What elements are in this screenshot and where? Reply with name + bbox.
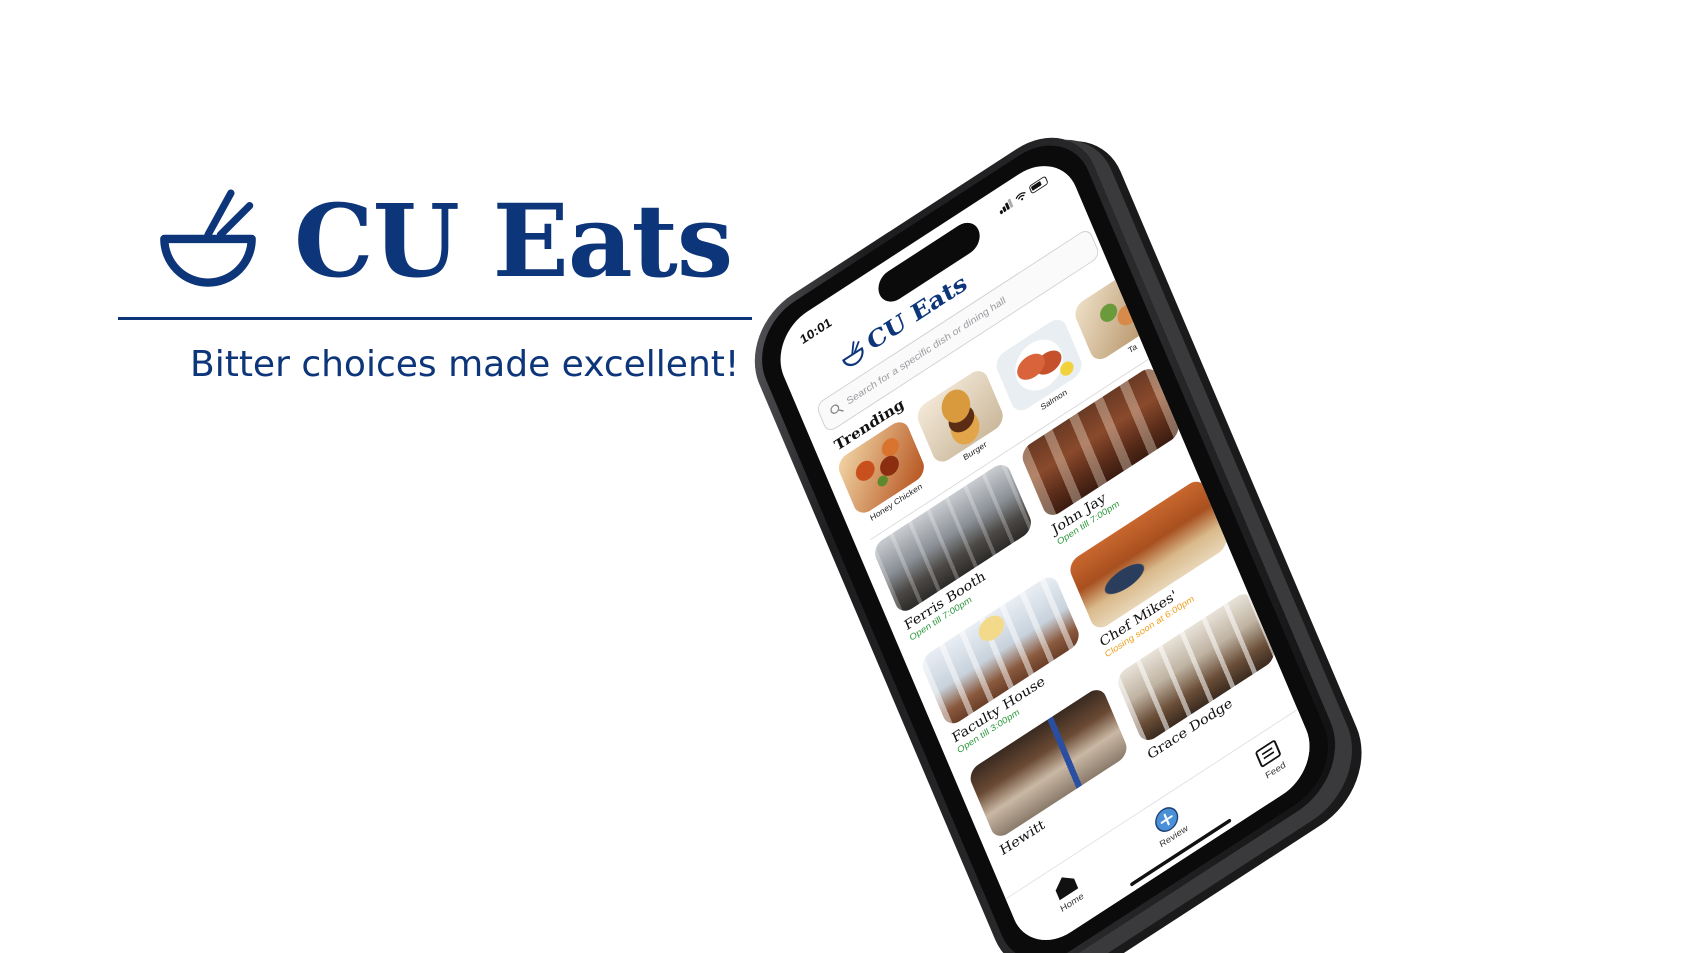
search-icon: [830, 404, 844, 414]
phone-body: 10:01 CU Eats Search for a specific dish…: [736, 112, 1354, 953]
tab-feed[interactable]: Feed: [1234, 723, 1307, 794]
phone-mockup: 10:01 CU Eats Search for a specific dish…: [590, 112, 1520, 953]
food-photo: [913, 365, 1007, 467]
phone-bezel: 10:01 CU Eats Search for a specific dish…: [746, 123, 1344, 953]
tab-home[interactable]: Home: [1031, 855, 1104, 926]
cellular-signal-icon: [997, 198, 1014, 215]
promo-stage: CU Eats Bitter choices made excellent! 1…: [0, 0, 1694, 953]
wifi-icon: [1015, 192, 1026, 201]
food-photo: [1071, 263, 1165, 365]
status-time: 10:01: [797, 314, 834, 347]
phone-screen: 10:01 CU Eats Search for a specific dish…: [767, 147, 1323, 953]
trending-item-partial[interactable]: Ta: [1071, 263, 1175, 388]
bowl-chopsticks-icon: [842, 341, 864, 367]
battery-icon: [1028, 175, 1049, 195]
status-icons: [997, 175, 1049, 215]
bowl-chopsticks-icon: [160, 189, 256, 287]
tab-review[interactable]: Review: [1133, 789, 1206, 860]
food-photo: [992, 314, 1086, 416]
